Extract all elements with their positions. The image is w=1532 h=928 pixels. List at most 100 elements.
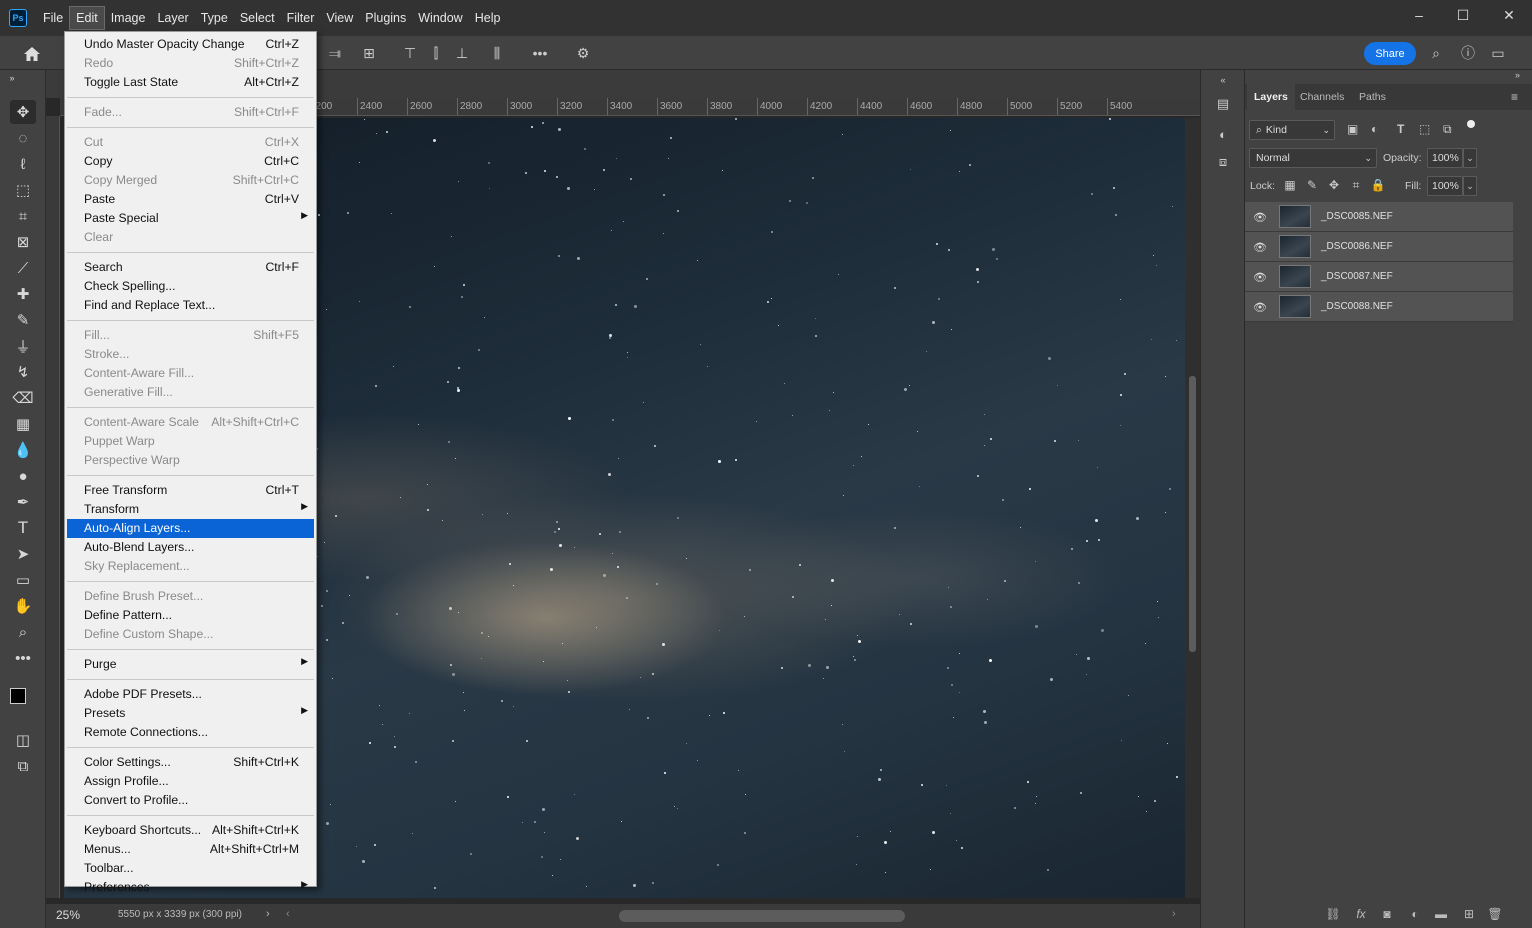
add-mask-icon[interactable]: ◙ (1379, 906, 1395, 922)
zoom-level[interactable]: 25% (56, 908, 80, 922)
menu-item-puppet-warp[interactable]: Puppet Warp (67, 432, 314, 451)
lock-image-pixels-icon[interactable]: ✎ (1305, 178, 1319, 192)
menu-window[interactable]: Window (412, 6, 468, 30)
align-right-icon[interactable]: ⫥ (326, 45, 344, 61)
menu-item-color-settings[interactable]: Color Settings... Shift+Ctrl+K (67, 753, 314, 772)
lasso-tool-icon[interactable]: ℓ (10, 152, 36, 176)
tab-paths[interactable]: Paths (1352, 84, 1393, 110)
menu-edit[interactable]: Edit (69, 6, 105, 30)
menu-item-content-aware-fill[interactable]: Content-Aware Fill... (67, 364, 314, 383)
menu-item-keyboard-shortcuts[interactable]: Keyboard Shortcuts... Alt+Shift+Ctrl+K (67, 821, 314, 840)
healing-brush-tool-icon[interactable]: ✚ (10, 282, 36, 306)
quick-mask-icon[interactable]: ◫ (10, 728, 36, 752)
menu-item-auto-align-layers[interactable]: Auto-Align Layers... (67, 519, 314, 538)
eyedropper-tool-icon[interactable]: ⟋ (10, 256, 36, 280)
menu-item-content-aware-scale[interactable]: Content-Aware Scale Alt+Shift+Ctrl+C (67, 413, 314, 432)
panel-menu-icon[interactable]: ≡ (1511, 90, 1518, 104)
type-tool-icon[interactable]: T (10, 516, 36, 540)
move-tool-icon[interactable]: ✥ (10, 100, 36, 124)
opacity-dropdown-icon[interactable]: ⌄ (1463, 148, 1477, 168)
zoom-tool-icon[interactable]: ⌕ (10, 620, 36, 644)
collapse-panel-icon[interactable]: » (1515, 70, 1520, 80)
menu-item-copy-merged[interactable]: Copy Merged Shift+Ctrl+C (67, 171, 314, 190)
libraries-panel-icon[interactable]: ⧈ (1213, 152, 1233, 172)
menu-item-paste[interactable]: Paste Ctrl+V (67, 190, 314, 209)
close-icon[interactable]: ✕ (1486, 0, 1532, 30)
pen-tool-icon[interactable]: ✒ (10, 490, 36, 514)
share-button[interactable]: Share (1364, 42, 1416, 65)
blend-mode-select[interactable]: Normal ⌄ (1249, 148, 1377, 168)
menu-select[interactable]: Select (234, 6, 281, 30)
menu-item-transform[interactable]: Transform ▶ (67, 500, 314, 519)
crop-tool-icon[interactable]: ⌗ (10, 204, 36, 228)
marquee-tool-icon[interactable]: ◌ (10, 126, 36, 150)
eraser-tool-icon[interactable]: ⌫ (10, 386, 36, 410)
history-brush-tool-icon[interactable]: ↯ (10, 360, 36, 384)
filter-toggle-icon[interactable] (1467, 120, 1475, 128)
object-selection-tool-icon[interactable]: ⬚ (10, 178, 36, 202)
menu-item-presets[interactable]: Presets ▶ (67, 704, 314, 723)
visibility-eye-icon[interactable]: 👁 (1253, 240, 1267, 254)
menu-item-redo[interactable]: Redo Shift+Ctrl+Z (67, 54, 314, 73)
collapse-dock-icon[interactable]: « (1213, 70, 1233, 90)
rectangle-tool-icon[interactable]: ▭ (10, 568, 36, 592)
menu-item-toolbar[interactable]: Toolbar... (67, 859, 314, 878)
menu-item-toggle-last-state[interactable]: Toggle Last State Alt+Ctrl+Z (67, 73, 314, 92)
vertical-scrollbar[interactable] (1185, 118, 1200, 898)
brush-tool-icon[interactable]: ✎ (10, 308, 36, 332)
menu-item-define-brush-preset[interactable]: Define Brush Preset... (67, 587, 314, 606)
clone-stamp-tool-icon[interactable]: ⏚ (10, 334, 36, 358)
menu-item-remote-connections[interactable]: Remote Connections... (67, 723, 314, 742)
help-icon[interactable]: ⓘ (1459, 45, 1477, 61)
delete-layer-trash-icon[interactable]: 🗑 (1487, 906, 1503, 922)
new-layer-icon[interactable]: ⊞ (1461, 906, 1477, 922)
menu-item-purge[interactable]: Purge ▶ (67, 655, 314, 674)
edit-toolbar-icon[interactable]: ••• (10, 646, 36, 670)
fill-dropdown-icon[interactable]: ⌄ (1463, 176, 1477, 196)
scroll-right-icon[interactable]: › (1172, 908, 1176, 920)
properties-panel-icon[interactable]: ▤ (1213, 94, 1233, 114)
new-adjustment-layer-icon[interactable]: ◐ (1407, 906, 1423, 922)
layer-row[interactable]: 👁 _DSC0085.NEF (1245, 202, 1513, 232)
menu-item-cut[interactable]: Cut Ctrl+X (67, 133, 314, 152)
new-group-folder-icon[interactable]: ▬ (1433, 906, 1449, 922)
menu-type[interactable]: Type (195, 6, 234, 30)
scroll-left-icon[interactable]: ‹ (286, 908, 290, 920)
menu-file[interactable]: File (37, 6, 69, 30)
visibility-eye-icon[interactable]: 👁 (1253, 210, 1267, 224)
tab-channels[interactable]: Channels (1293, 84, 1351, 110)
menu-item-clear[interactable]: Clear (67, 228, 314, 247)
menu-plugins[interactable]: Plugins (359, 6, 412, 30)
filter-smart-object-icon[interactable]: ⧉ (1443, 122, 1452, 137)
menu-item-auto-blend-layers[interactable]: Auto-Blend Layers... (67, 538, 314, 557)
lock-all-icon[interactable]: 🔒 (1371, 178, 1386, 192)
lock-position-icon[interactable]: ✥ (1327, 178, 1341, 192)
menu-item-assign-profile[interactable]: Assign Profile... (67, 772, 314, 791)
menu-item-menus[interactable]: Menus... Alt+Shift+Ctrl+M (67, 840, 314, 859)
distribute-vertical-icon[interactable]: ⫼ (488, 45, 506, 61)
layer-row[interactable]: 👁 _DSC0087.NEF (1245, 262, 1513, 292)
menu-item-stroke[interactable]: Stroke... (67, 345, 314, 364)
layer-style-fx-icon[interactable]: fx (1353, 906, 1369, 922)
fill-input[interactable]: 100% (1427, 176, 1463, 196)
filter-adjustment-icon[interactable]: ◐ (1371, 122, 1378, 136)
path-selection-tool-icon[interactable]: ➤ (10, 542, 36, 566)
menu-item-convert-to-profile[interactable]: Convert to Profile... (67, 791, 314, 810)
lock-artboard-icon[interactable]: ⌗ (1349, 178, 1363, 192)
blur-tool-icon[interactable]: 💧 (10, 438, 36, 462)
frame-tool-icon[interactable]: ⊠ (10, 230, 36, 254)
opacity-input[interactable]: 100% (1427, 148, 1463, 168)
collapse-toolbar-icon[interactable]: » (4, 72, 20, 84)
align-bottom-icon[interactable]: ⊥ (453, 45, 471, 61)
menu-item-paste-special[interactable]: Paste Special ▶ (67, 209, 314, 228)
menu-item-undo-master-opacity-change[interactable]: Undo Master Opacity Change Ctrl+Z (67, 35, 314, 54)
screen-mode-icon[interactable]: ⧉ (10, 754, 36, 778)
maximize-icon[interactable]: ☐ (1440, 0, 1486, 30)
menu-item-sky-replacement[interactable]: Sky Replacement... (67, 557, 314, 576)
menu-item-perspective-warp[interactable]: Perspective Warp (67, 451, 314, 470)
hand-tool-icon[interactable]: ✋ (10, 594, 36, 618)
menu-item-define-pattern[interactable]: Define Pattern... (67, 606, 314, 625)
filter-shape-icon[interactable]: ⬚ (1419, 122, 1430, 136)
horizontal-scroll-thumb[interactable] (619, 910, 905, 922)
tab-layers[interactable]: Layers (1247, 84, 1295, 110)
